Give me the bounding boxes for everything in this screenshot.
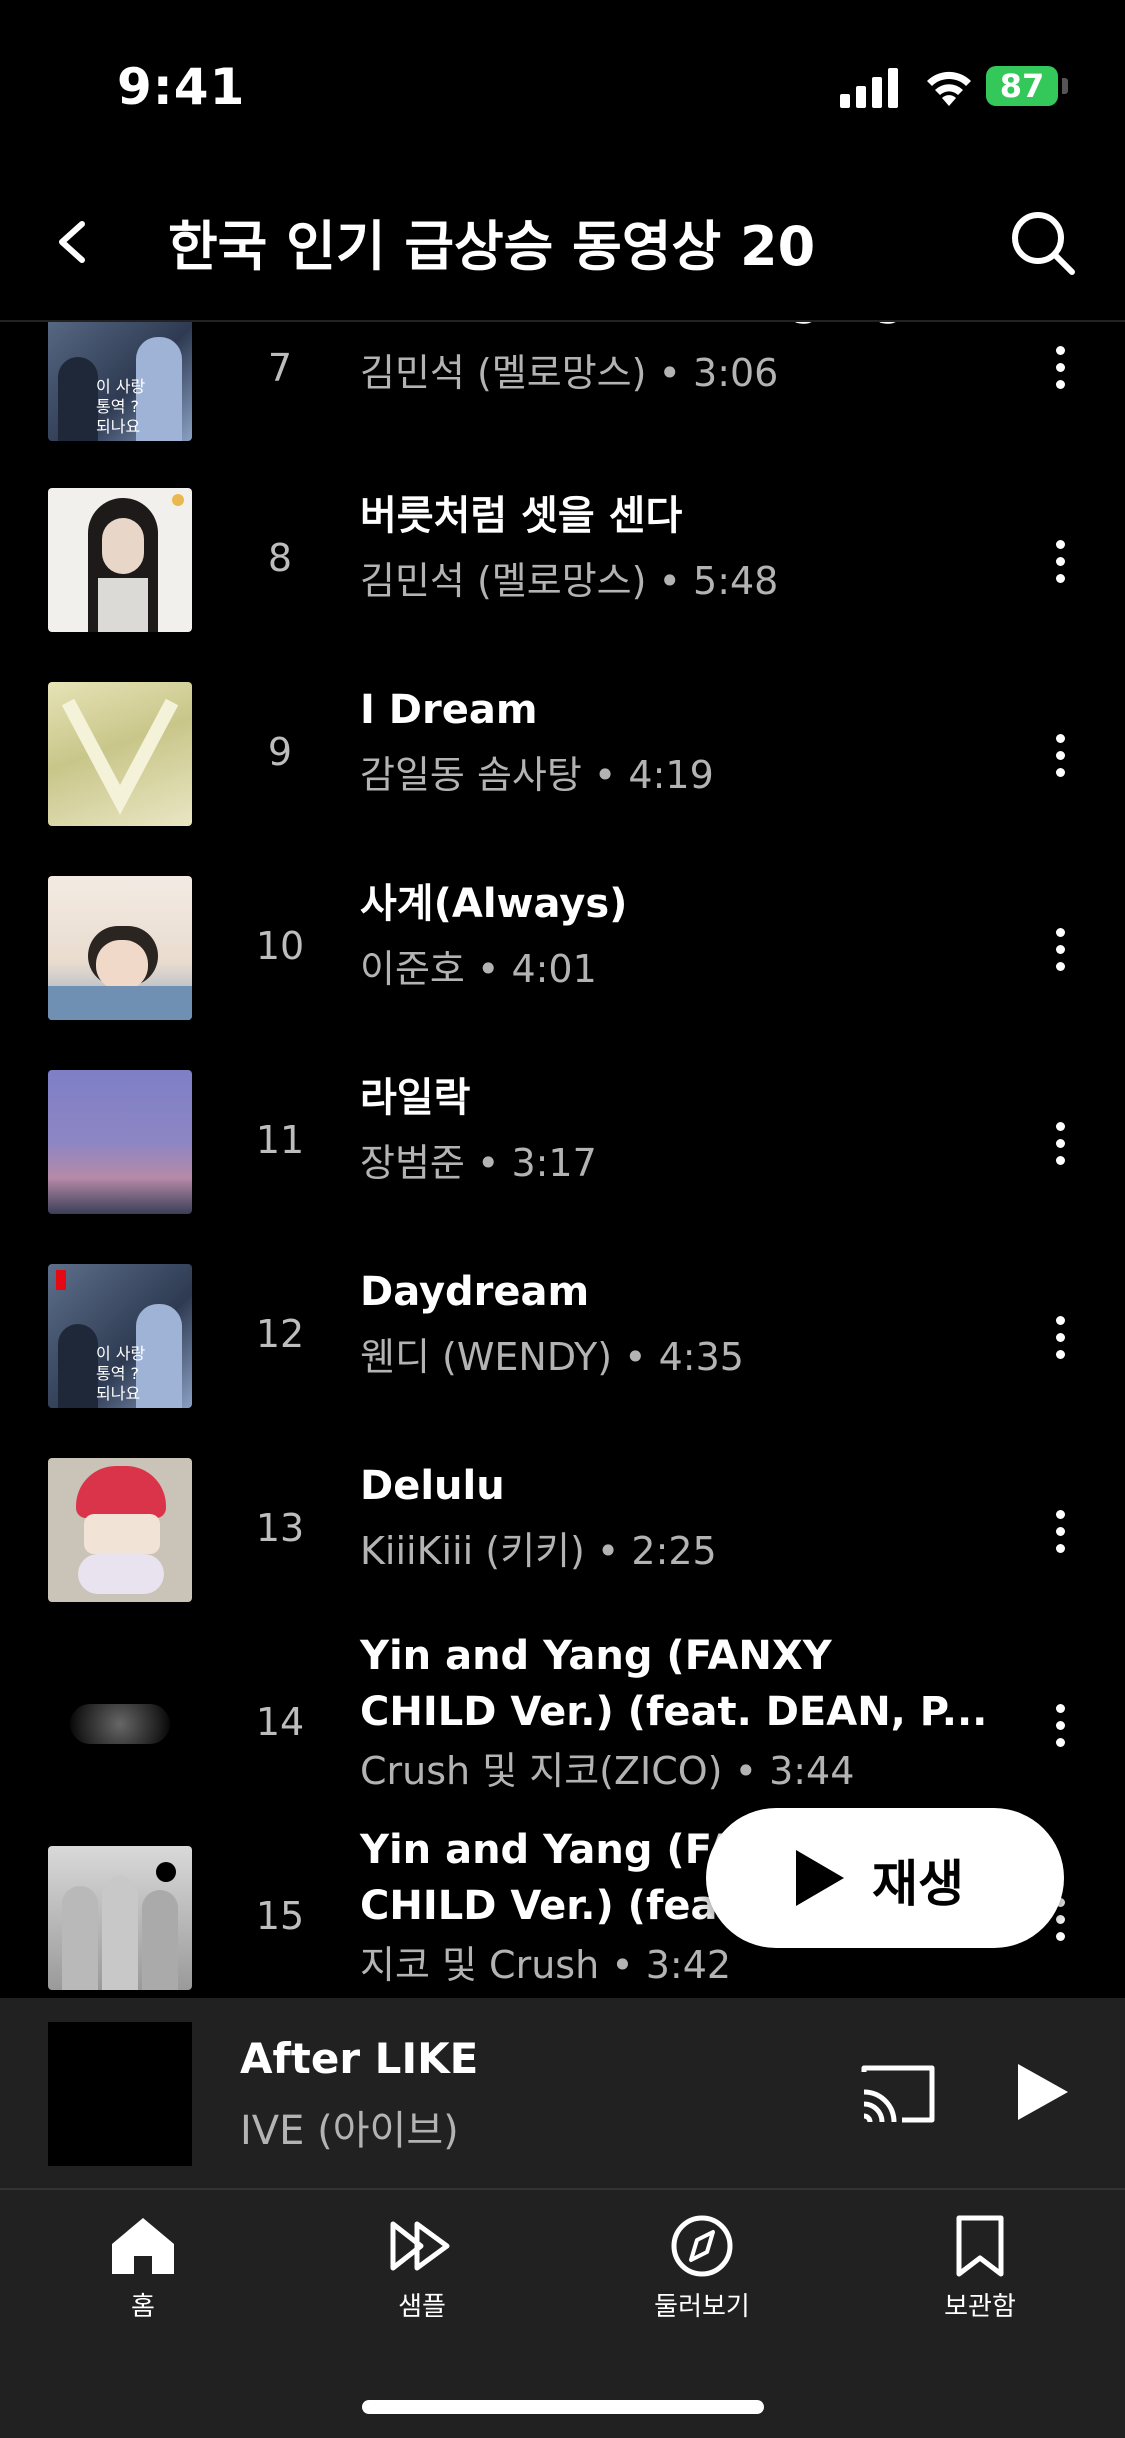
album-art-image	[48, 1070, 192, 1214]
explore-icon	[671, 2215, 733, 2277]
more-options-icon[interactable]	[1040, 532, 1080, 592]
cellular-signal-icon	[840, 68, 898, 108]
track-list: 이 사랑통역 ?되나요 7 사랑의 언어 (Love Language) 김민석…	[0, 322, 1125, 1997]
album-art-image	[48, 1458, 192, 1602]
track-meta: 장범준 • 3:17	[360, 1141, 597, 1185]
track-title: Daydream	[360, 1269, 590, 1315]
album-art-image	[48, 1652, 192, 1796]
track-meta: 김민석 (멜로망스) • 5:48	[360, 559, 779, 603]
track-title-line2: CHILD Ver.) (feat. DEAN, P...	[360, 1689, 988, 1735]
track-rank: 15	[255, 1894, 305, 1938]
more-options-icon[interactable]	[1040, 1502, 1080, 1562]
track-rank: 10	[255, 924, 305, 968]
mini-player[interactable]: After LIKE IVE (아이브)	[0, 1998, 1125, 2188]
track-title: 사계(Always)	[360, 881, 628, 927]
track-title: 버릇처럼 셋을 센다	[360, 493, 683, 539]
wifi-icon	[927, 71, 971, 106]
page-title: 한국 인기 급상승 동영상 20	[168, 215, 816, 278]
track-meta: KiiiKiii (키키) • 2:25	[360, 1529, 717, 1573]
back-arrow-icon[interactable]	[48, 212, 98, 272]
track-title: Yin and Yang (FANXY	[360, 1633, 832, 1679]
album-art-image: 이 사랑 통역 ? 되나요	[48, 322, 192, 441]
battery-indicator: 87	[986, 66, 1058, 106]
battery-tip	[1062, 78, 1068, 94]
nav-label-samples: 샘플	[398, 2292, 446, 2322]
nav-label-explore: 둘러보기	[654, 2292, 750, 2322]
nav-item-explore[interactable]: 둘러보기	[602, 2214, 802, 2323]
track-rank: 7	[267, 346, 293, 390]
page-header: 한국 인기 급상승 동영상 20	[0, 170, 1125, 322]
more-options-icon[interactable]	[1040, 726, 1080, 786]
track-meta: Crush 및 지코(ZICO) • 3:44	[360, 1749, 855, 1793]
more-options-icon[interactable]	[1040, 1114, 1080, 1174]
more-options-icon[interactable]	[1040, 920, 1080, 980]
album-art-image	[48, 1846, 192, 1990]
samples-icon	[390, 2221, 450, 2271]
nav-item-home[interactable]: 홈	[43, 2214, 243, 2323]
nav-label-library: 보관함	[944, 2292, 1016, 2322]
track-meta: 지코 및 Crush • 3:42	[360, 1943, 732, 1987]
track-meta: 감일동 솜사탕 • 4:19	[360, 753, 714, 797]
track-meta: 웬디 (WENDY) • 4:35	[360, 1335, 744, 1379]
album-art-image: 이 사랑 통역 ? 되나요	[48, 1264, 192, 1408]
track-rank: 13	[255, 1506, 305, 1550]
more-options-icon[interactable]	[1040, 1308, 1080, 1368]
library-icon	[956, 2215, 1004, 2277]
mini-player-artist: IVE (아이브)	[240, 2108, 459, 2154]
track-rank: 14	[255, 1700, 305, 1744]
album-art-image	[48, 876, 192, 1020]
mini-player-title: After LIKE	[240, 2034, 479, 2083]
more-options-icon[interactable]	[1040, 1696, 1080, 1756]
track-rank: 12	[255, 1312, 305, 1356]
track-row-7[interactable]: 이 사랑통역 ?되나요 7 사랑의 언어 (Love Language) 김민석…	[0, 322, 1125, 466]
track-meta: 김민석 (멜로망스) • 3:06	[360, 351, 779, 395]
track-row-9[interactable]: 9 I Dream 감일동 솜사탕 • 4:19	[0, 660, 1125, 854]
home-indicator	[362, 2400, 764, 2414]
more-options-icon[interactable]	[1040, 338, 1080, 398]
mini-player-play-icon[interactable]	[1018, 2064, 1068, 2120]
cast-icon[interactable]	[858, 2062, 938, 2126]
nav-label-home: 홈	[131, 2292, 155, 2322]
play-icon	[796, 1850, 844, 1906]
track-title: 사랑의 언어 (Love Language)	[360, 322, 949, 330]
track-rank: 11	[255, 1118, 305, 1162]
nav-item-samples[interactable]: 샘플	[322, 2214, 522, 2323]
track-title-line2: CHILD Ver.) (feat.	[360, 1883, 752, 1929]
status-time: 9:41	[117, 58, 246, 116]
track-row-8[interactable]: 8 버릇처럼 셋을 센다 김민석 (멜로망스) • 5:48	[0, 466, 1125, 660]
search-icon[interactable]	[1008, 208, 1078, 278]
album-art-image	[48, 682, 192, 826]
track-row-11[interactable]: 11 라일락 장범준 • 3:17	[0, 1048, 1125, 1242]
status-bar: 9:41 87	[0, 0, 1125, 170]
track-row-10[interactable]: 10 사계(Always) 이준호 • 4:01	[0, 854, 1125, 1048]
album-art-image	[48, 488, 192, 632]
track-rank: 8	[267, 536, 293, 580]
track-row-12[interactable]: 이 사랑 통역 ? 되나요 12 Daydream 웬디 (WENDY) • 4:3…	[0, 1242, 1125, 1436]
mini-player-album-art	[48, 2022, 192, 2166]
track-row-13[interactable]: 13 Delulu KiiiKiii (키키) • 2:25	[0, 1436, 1125, 1630]
play-all-button[interactable]: 재생	[706, 1808, 1064, 1948]
nav-item-library[interactable]: 보관함	[880, 2214, 1080, 2323]
track-title: 라일락	[360, 1075, 471, 1121]
track-title: Delulu	[360, 1463, 505, 1509]
home-icon	[112, 2218, 174, 2274]
track-rank: 9	[267, 730, 293, 774]
track-row-14[interactable]: 14 Yin and Yang (FANXY CHILD Ver.) (feat…	[0, 1630, 1125, 1824]
track-title: I Dream	[360, 687, 538, 733]
track-meta: 이준호 • 4:01	[360, 947, 597, 991]
play-all-label: 재생	[872, 1855, 964, 1913]
